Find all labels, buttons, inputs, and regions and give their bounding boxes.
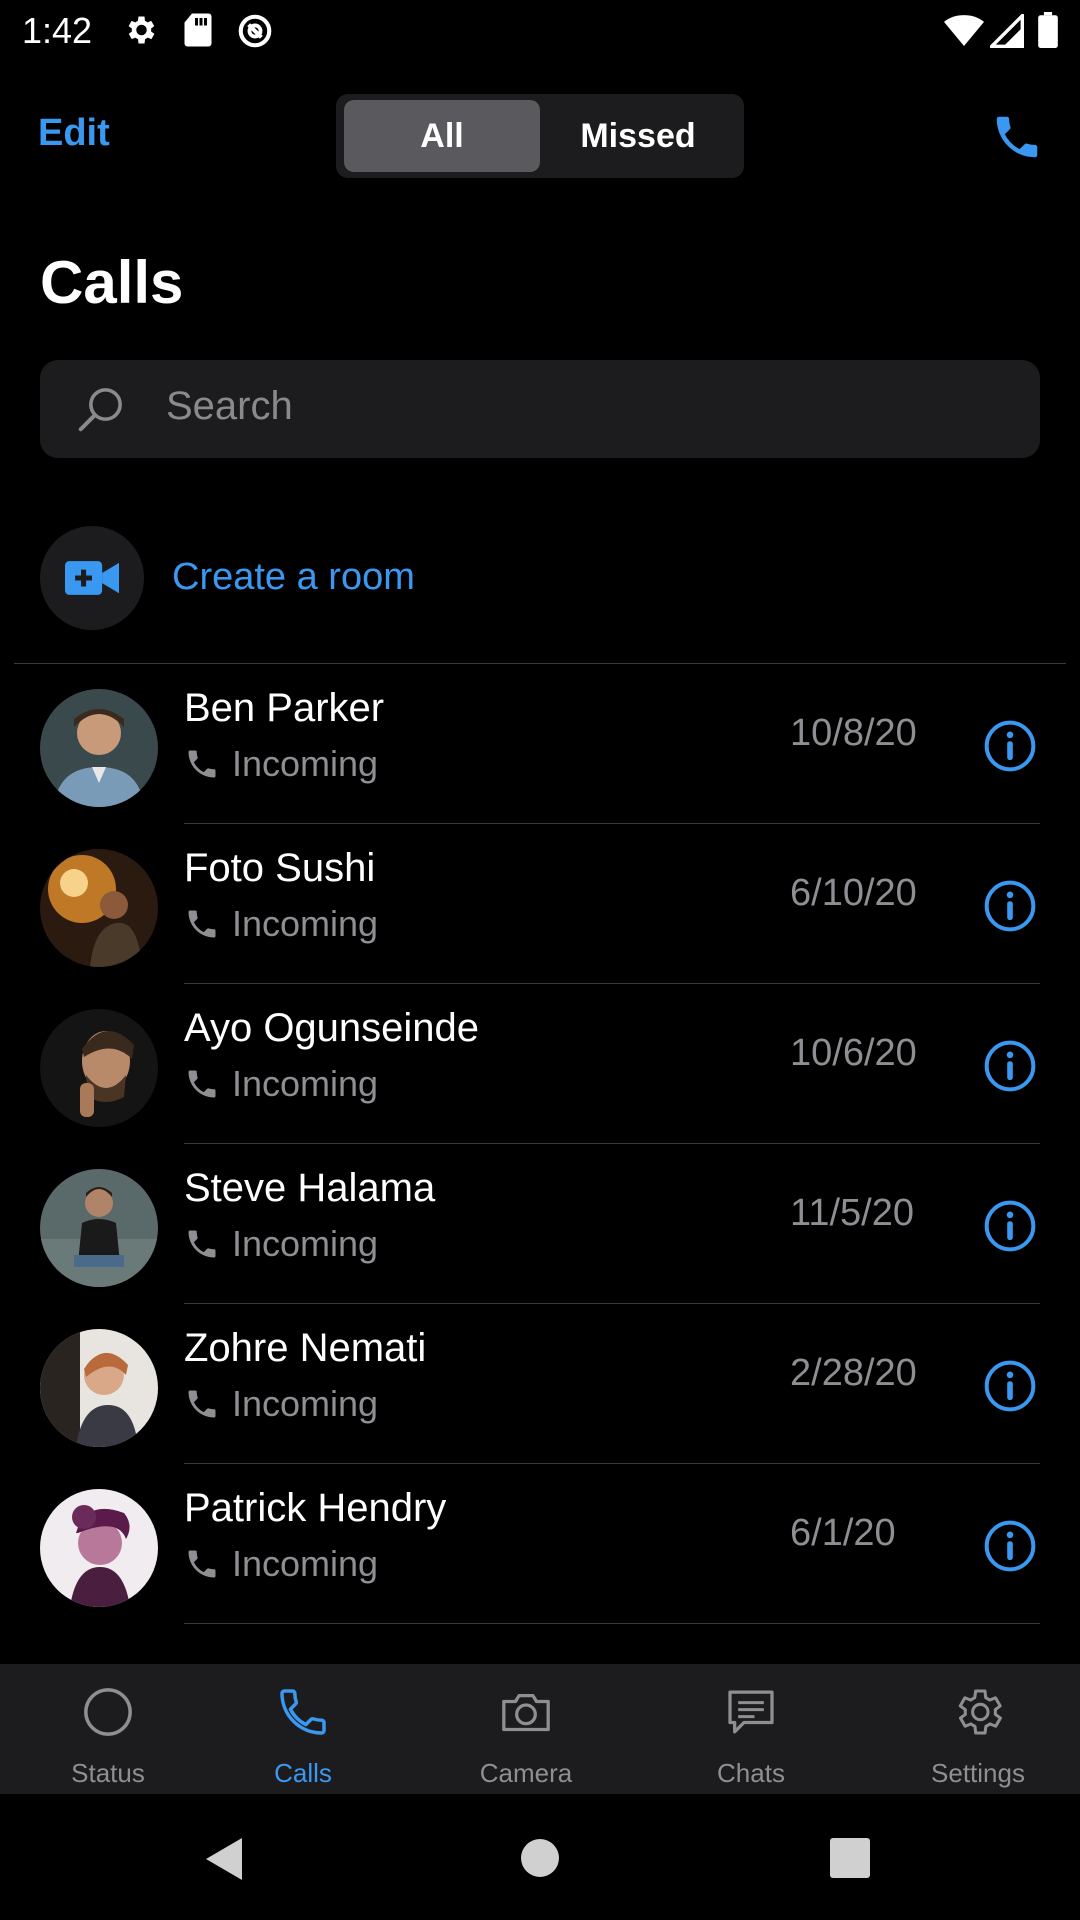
call-date: 10/8/20 — [790, 712, 917, 754]
info-icon — [984, 1360, 1036, 1412]
avatar — [40, 849, 158, 967]
search-icon — [74, 382, 128, 436]
call-date: 2/28/20 — [790, 1352, 917, 1394]
home-circle-icon — [521, 1839, 559, 1877]
tab-settings[interactable]: Settings — [870, 1664, 1080, 1794]
info-button[interactable] — [982, 1198, 1038, 1254]
call-date: 6/1/20 — [790, 1512, 896, 1554]
search-placeholder: Search — [166, 384, 293, 428]
new-call-button[interactable] — [990, 110, 1044, 164]
info-icon — [984, 1200, 1036, 1252]
tab-label: Chats — [717, 1758, 785, 1788]
tab-bar: Status Calls Camera Chats Settings — [0, 1664, 1080, 1794]
back-triangle-icon — [206, 1838, 242, 1880]
tab-label: Status — [71, 1758, 145, 1788]
tab-camera[interactable]: Camera — [418, 1664, 634, 1794]
info-icon — [984, 1040, 1036, 1092]
info-icon — [984, 880, 1036, 932]
call-row[interactable]: Ben Parker Incoming 10/8/20 — [0, 664, 1080, 824]
tab-calls[interactable]: Calls — [195, 1664, 411, 1794]
avatar — [40, 689, 158, 807]
incoming-call-icon — [188, 1550, 216, 1578]
incoming-call-icon — [188, 910, 216, 938]
call-type: Incoming — [184, 742, 378, 786]
search-input[interactable]: Search — [40, 360, 1040, 458]
back-button[interactable] — [204, 1836, 244, 1882]
tab-label: Camera — [479, 1758, 573, 1788]
call-row[interactable]: Ayo Ogunseinde Incoming 10/6/20 — [0, 984, 1080, 1144]
call-date: 11/5/20 — [790, 1192, 914, 1234]
avatar — [40, 1009, 158, 1127]
call-date: 10/6/20 — [790, 1032, 917, 1074]
camera-icon — [498, 1684, 554, 1740]
call-row[interactable]: Foto Sushi Incoming 6/10/20 — [0, 824, 1080, 984]
avatar — [40, 1169, 158, 1287]
tab-status[interactable]: Status — [0, 1664, 216, 1794]
info-button[interactable] — [982, 878, 1038, 934]
phone-icon — [996, 116, 1038, 158]
call-type: Incoming — [184, 1062, 378, 1106]
contact-name: Patrick Hendry — [184, 1486, 447, 1530]
segment-missed[interactable]: Missed — [540, 100, 736, 172]
create-room-label[interactable]: Create a room — [172, 556, 415, 599]
info-button[interactable] — [982, 1038, 1038, 1094]
contact-name: Ayo Ogunseinde — [184, 1006, 480, 1050]
recents-button[interactable] — [830, 1838, 870, 1878]
call-row[interactable]: Steve Halama Incoming 11/5/20 — [0, 1144, 1080, 1304]
signal-icon — [990, 14, 1024, 48]
divider — [184, 1623, 1040, 1624]
recents-square-icon — [830, 1838, 870, 1878]
call-type: Incoming — [184, 1542, 378, 1586]
contact-name: Foto Sushi — [184, 846, 376, 890]
edit-button[interactable]: Edit — [38, 112, 110, 155]
call-filter-segmented-control: All Missed — [336, 94, 744, 178]
incoming-call-icon — [188, 1070, 216, 1098]
tab-label: Settings — [931, 1758, 1025, 1788]
contact-name: Steve Halama — [184, 1166, 436, 1210]
segment-all[interactable]: All — [344, 100, 540, 172]
info-button[interactable] — [982, 1358, 1038, 1414]
circle-icon — [80, 1684, 136, 1740]
avatar — [40, 1329, 158, 1447]
info-icon — [984, 1520, 1036, 1572]
contact-name: Zohre Nemati — [184, 1326, 427, 1370]
settings-gear-icon — [122, 12, 158, 48]
contact-name: Ben Parker — [184, 686, 385, 730]
call-type-label: Incoming — [232, 1543, 379, 1584]
video-add-icon — [65, 561, 119, 595]
call-row[interactable]: Zohre Nemati Incoming 2/28/20 — [0, 1304, 1080, 1464]
call-type: Incoming — [184, 902, 378, 946]
system-nav-bar — [0, 1794, 1080, 1920]
call-type-label: Incoming — [232, 1063, 379, 1104]
incoming-call-icon — [188, 1230, 216, 1258]
info-button[interactable] — [982, 718, 1038, 774]
call-row[interactable]: Patrick Hendry Incoming 6/1/20 — [0, 1464, 1080, 1624]
battery-icon — [1038, 12, 1058, 48]
status-bar: 1:42 — [0, 0, 1080, 62]
call-type-label: Incoming — [232, 1383, 379, 1424]
gear-icon — [950, 1684, 1006, 1740]
page-title: Calls — [40, 249, 184, 316]
home-button[interactable] — [520, 1838, 560, 1878]
call-date: 6/10/20 — [790, 872, 917, 914]
info-icon — [984, 720, 1036, 772]
avatar — [40, 1489, 158, 1607]
call-type: Incoming — [184, 1382, 378, 1426]
wifi-icon — [944, 14, 984, 48]
call-type: Incoming — [184, 1222, 378, 1266]
incoming-call-icon — [188, 750, 216, 778]
data-saver-icon — [236, 12, 274, 50]
phone-icon — [275, 1684, 331, 1740]
tab-label: Calls — [274, 1758, 332, 1788]
create-room-button[interactable] — [40, 526, 144, 630]
sd-card-icon — [182, 12, 214, 48]
info-button[interactable] — [982, 1518, 1038, 1574]
status-time: 1:42 — [22, 10, 93, 51]
call-type-label: Incoming — [232, 743, 379, 784]
incoming-call-icon — [188, 1390, 216, 1418]
call-type-label: Incoming — [232, 1223, 379, 1264]
chat-icon — [723, 1684, 779, 1740]
call-type-label: Incoming — [232, 903, 379, 944]
tab-chats[interactable]: Chats — [643, 1664, 859, 1794]
